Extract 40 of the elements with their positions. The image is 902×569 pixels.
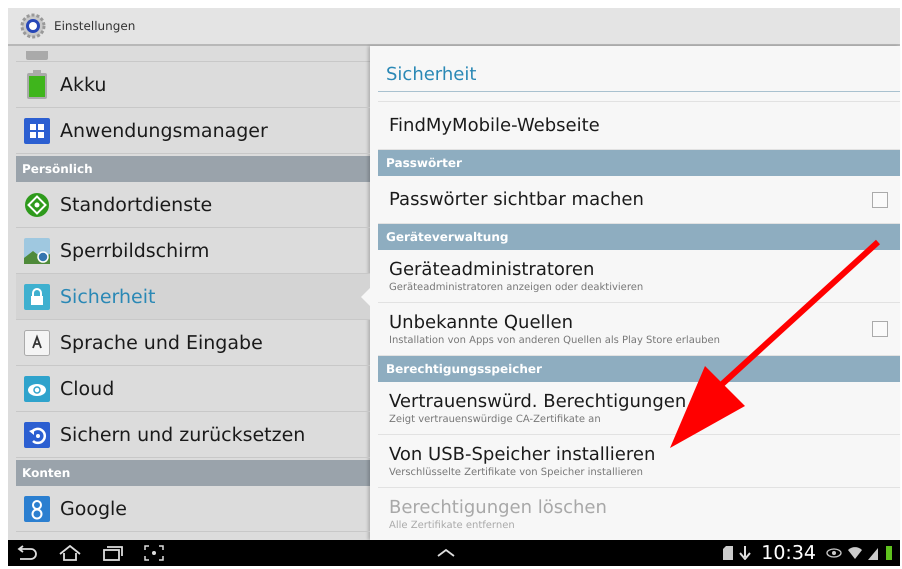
section-header: Konten — [16, 460, 370, 486]
restore-icon — [24, 422, 50, 448]
caret-icon[interactable] — [436, 548, 456, 558]
settings-item[interactable]: Geräteadministratoren Geräteadministratoren anzeigen oder deaktivieren — [378, 250, 900, 303]
sidebar-item[interactable]: Google — [16, 486, 370, 532]
signal-icon — [868, 546, 880, 560]
grid-icon — [24, 118, 50, 144]
picture-icon — [24, 238, 50, 264]
battery-icon — [24, 70, 50, 100]
section-header: Passwörter — [378, 150, 900, 176]
location-icon — [24, 192, 50, 218]
download-icon — [739, 546, 752, 560]
cloud-icon — [24, 376, 50, 402]
section-header: Persönlich — [16, 156, 370, 182]
window-title: Einstellungen — [54, 19, 136, 33]
wifi-icon — [848, 546, 862, 560]
eye-icon — [826, 548, 842, 558]
clock-time: 10:34 — [761, 542, 816, 564]
checkbox[interactable] — [872, 321, 888, 337]
battery-icon — [886, 546, 892, 560]
page-title: Sicherheit — [378, 54, 900, 92]
back-icon[interactable] — [16, 545, 38, 561]
home-icon[interactable] — [58, 545, 82, 561]
google-icon — [24, 496, 50, 522]
sidebar-item[interactable]: Akku — [16, 62, 370, 108]
sidebar-item[interactable]: Sprache und Eingabe — [16, 320, 370, 366]
checkbox[interactable] — [872, 192, 888, 208]
sidebar-item[interactable]: Cloud — [16, 366, 370, 412]
device-icon — [24, 51, 50, 61]
recent-apps-icon[interactable] — [102, 545, 124, 561]
lock-icon — [24, 284, 50, 310]
sidebar-item[interactable]: Standortdienste — [16, 182, 370, 228]
sidebar-item[interactable]: Anwendungsmanager — [16, 108, 370, 154]
section-header: Geräteverwaltung — [378, 224, 900, 250]
gear-icon — [20, 13, 46, 39]
letter-icon — [24, 330, 50, 356]
sd-card-icon — [723, 546, 734, 560]
screenshot-icon[interactable] — [144, 545, 164, 561]
section-header: Berechtigungsspeicher — [378, 356, 900, 382]
sidebar-item[interactable]: Sichern und zurücksetzen — [16, 412, 370, 458]
